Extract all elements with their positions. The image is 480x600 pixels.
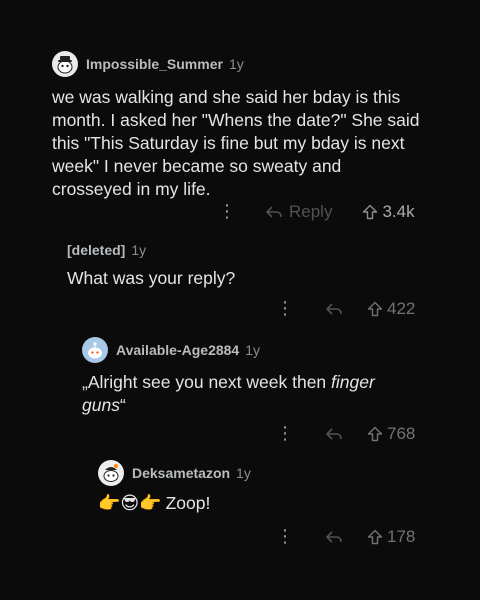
comment-actions: ⋮ Reply 3.4k — [218, 201, 415, 222]
comment-author: [deleted] — [67, 242, 126, 258]
comment-header: [deleted] 1y — [67, 236, 427, 264]
comment-text: 👉😎👉 Zoop! — [98, 492, 418, 515]
upvote-icon — [367, 301, 383, 316]
comment-deksametazon: Deksametazon 1y 👉😎👉 Zoop! — [98, 459, 418, 515]
upvote-button[interactable]: 422 — [367, 299, 415, 319]
upvote-icon — [363, 204, 378, 219]
comment-actions: ⋮ 422 — [276, 298, 415, 319]
comment-author[interactable]: Deksametazon — [132, 465, 230, 481]
snoo-avatar-icon — [57, 56, 73, 74]
comment-age: 1y — [131, 242, 147, 258]
more-options-icon[interactable]: ⋮ — [276, 298, 294, 319]
upvote-button[interactable]: 178 — [367, 527, 415, 547]
comment-text: What was your reply? — [67, 268, 236, 288]
snoo-avatar-icon — [103, 464, 119, 482]
comment-author[interactable]: Available-Age2884 — [116, 342, 239, 358]
reply-button[interactable] — [325, 530, 343, 544]
comment-deleted: [deleted] 1y What was your reply? — [67, 236, 427, 290]
comment-available-age2884: Available-Age2884 1y „Alright see you ne… — [82, 336, 422, 417]
avatar[interactable] — [98, 460, 124, 486]
vote-count: 422 — [387, 298, 416, 318]
comment-text-end: “ — [119, 395, 126, 415]
upvote-button[interactable]: 768 — [367, 424, 415, 444]
more-options-icon[interactable]: ⋮ — [218, 201, 236, 222]
emoji-pointing-sunglasses: 👉😎👉 — [98, 493, 162, 513]
comment-text-body: Zoop! — [165, 493, 211, 513]
comment-age: 1y — [236, 465, 251, 481]
reply-button[interactable] — [325, 302, 343, 316]
comment-age: 1y — [245, 342, 261, 358]
comment-header: Impossible_Summer 1y — [52, 50, 432, 78]
more-options-icon[interactable]: ⋮ — [276, 526, 294, 547]
comment-text: „Alright see you next week then finger g… — [82, 371, 412, 417]
reply-icon — [325, 427, 342, 440]
comment-impossible-summer: Impossible_Summer 1y we was walking and … — [52, 50, 432, 201]
upvote-icon — [367, 426, 383, 441]
comment-text-plain: „Alright see you next week then — [82, 372, 332, 392]
vote-count: 178 — [387, 526, 416, 546]
reply-label: Reply — [289, 201, 333, 221]
snoo-avatar-icon — [88, 342, 102, 359]
reply-button[interactable]: Reply — [265, 202, 332, 222]
upvote-icon — [367, 529, 383, 544]
avatar[interactable] — [52, 51, 78, 77]
reply-button[interactable] — [325, 427, 343, 441]
comment-header: Deksametazon 1y — [98, 459, 418, 487]
reply-icon — [325, 302, 342, 315]
comment-age: 1y — [228, 56, 244, 72]
vote-count: 3.4k — [382, 201, 415, 221]
upvote-button[interactable]: 3.4k — [362, 201, 415, 222]
reply-icon — [265, 205, 282, 218]
comment-actions: ⋮ 768 — [276, 423, 415, 444]
comment-text: we was walking and she said her bday is … — [52, 87, 420, 199]
vote-count: 768 — [387, 423, 416, 443]
avatar[interactable] — [82, 337, 108, 363]
comment-actions: ⋮ 178 — [276, 526, 415, 547]
reply-icon — [325, 530, 342, 543]
comment-author[interactable]: Impossible_Summer — [86, 56, 223, 72]
more-options-icon[interactable]: ⋮ — [276, 423, 294, 444]
comment-header: Available-Age2884 1y — [82, 336, 422, 364]
